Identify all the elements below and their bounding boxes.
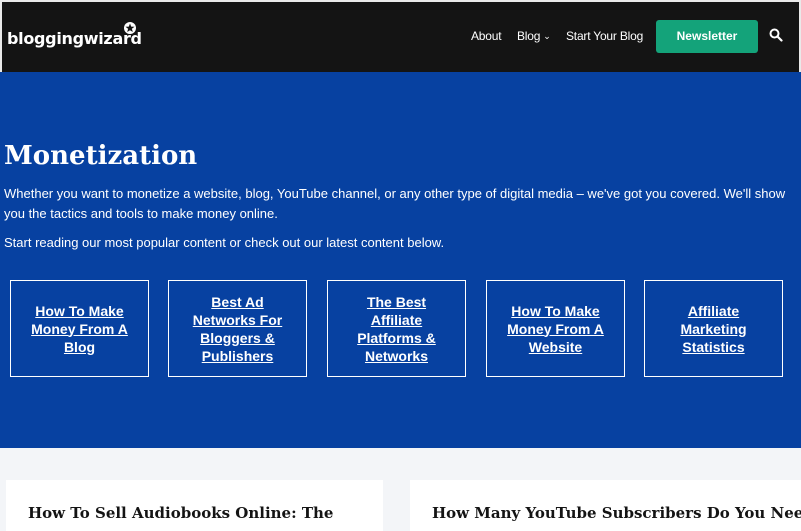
post-title[interactable]: How Many YouTube Subscribers Do You Need [432,502,801,524]
site-header: bloggingwizard About Blog ⌄ Start Your Bl… [0,0,801,72]
search-icon[interactable] [769,28,783,42]
nav-blog[interactable]: Blog ⌄ [517,29,551,43]
nav-start-your-blog[interactable]: Start Your Blog [566,29,643,43]
hero-subtext: Start reading our most popular content o… [4,235,445,250]
card-link[interactable]: Best Ad Networks For Bloggers & Publishe… [181,293,294,365]
post-card[interactable]: How To Sell Audiobooks Online: The [6,480,383,531]
card-ad-networks[interactable]: Best Ad Networks For Bloggers & Publishe… [168,280,307,377]
chevron-down-icon: ⌄ [543,31,551,41]
card-make-money-website[interactable]: How To Make Money From A Website [486,280,625,377]
card-make-money-blog[interactable]: How To Make Money From A Blog [10,280,149,377]
card-affiliate-platforms[interactable]: The Best Affiliate Platforms & Networks [327,280,466,377]
site-logo[interactable]: bloggingwizard [7,29,142,48]
logo-star-icon [124,22,136,34]
newsletter-button[interactable]: Newsletter [656,20,758,53]
card-link[interactable]: Affiliate Marketing Statistics [657,302,770,356]
card-link[interactable]: How To Make Money From A Website [499,302,612,356]
card-link[interactable]: The Best Affiliate Platforms & Networks [340,293,453,365]
post-title[interactable]: How To Sell Audiobooks Online: The [28,502,333,524]
nav-about[interactable]: About [471,29,502,43]
post-card[interactable]: How Many YouTube Subscribers Do You Need [410,480,801,531]
card-link[interactable]: How To Make Money From A Blog [23,302,136,356]
nav-blog-label: Blog [517,29,541,43]
page-title: Monetization [4,141,198,171]
card-affiliate-statistics[interactable]: Affiliate Marketing Statistics [644,280,783,377]
hero-description: Whether you want to monetize a website, … [4,186,786,221]
hero-section: Monetization Whether you want to monetiz… [0,72,801,448]
